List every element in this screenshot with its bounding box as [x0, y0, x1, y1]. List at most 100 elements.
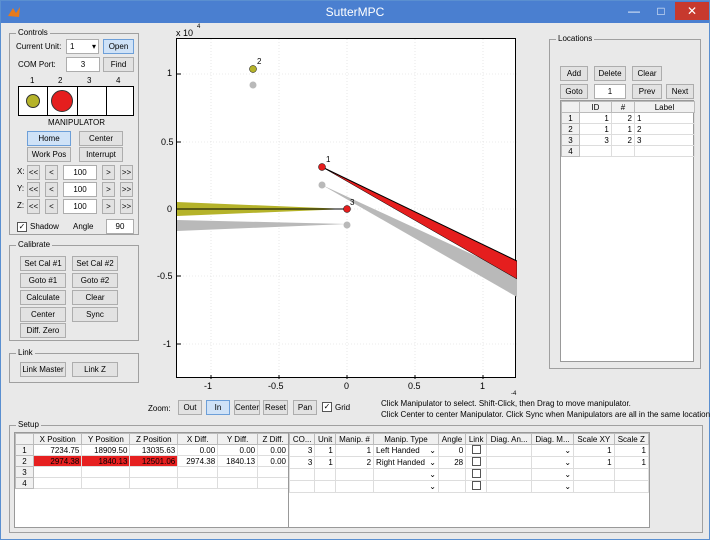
table-row[interactable]: 3 1 1 Left Handed ⌄ 0 ⌄ 1 1	[288, 444, 650, 457]
zoom-reset-button[interactable]: Reset	[263, 400, 288, 415]
manip-type-cell[interactable]: ⌄	[373, 468, 439, 481]
x-step-field[interactable]: 100	[63, 165, 97, 180]
clear-locations-button[interactable]: Clear	[632, 66, 662, 81]
z-step-field[interactable]: 100	[63, 199, 97, 214]
com-port-field[interactable]: 3	[66, 57, 100, 72]
marker-2-shadow	[249, 81, 257, 89]
position-table[interactable]: X Position Y Position Z Position X Diff.…	[14, 432, 290, 528]
table-row[interactable]: 4	[15, 477, 289, 489]
table-row[interactable]: 1 7234.75 18909.50 13035.63 0.00 0.00 0.…	[15, 444, 289, 456]
interrupt-button[interactable]: Interrupt	[79, 147, 123, 162]
table-row[interactable]: 2 1 1 2	[561, 123, 695, 135]
diag-mode-cell[interactable]: ⌄	[531, 456, 575, 469]
table-row[interactable]: 1 1 2 1	[561, 112, 695, 124]
prev-location-button[interactable]: Prev	[632, 84, 662, 99]
z-back-button[interactable]: <	[45, 199, 58, 214]
angle-field[interactable]: 90	[106, 219, 134, 234]
link-checkbox[interactable]	[471, 457, 481, 466]
zoom-in-button[interactable]: In	[206, 400, 230, 415]
locations-table[interactable]: ID # Label 1 1 2 1 2 1 1 2 3 3 2 3 4	[560, 100, 695, 362]
locations-header-id: ID	[579, 101, 612, 113]
manip-type-cell[interactable]: ⌄	[373, 480, 439, 493]
set-cal-1-button[interactable]: Set Cal #1	[20, 256, 66, 271]
manipulator-plot[interactable]: 2 1 3	[176, 38, 518, 379]
header-scale-z: Scale Z	[613, 433, 650, 445]
link-checkbox[interactable]	[471, 469, 481, 478]
x-axis-label: X:	[17, 167, 25, 176]
goto-location-field[interactable]: 1	[594, 84, 626, 99]
zoom-out-button[interactable]: Out	[178, 400, 202, 415]
manip-type-cell[interactable]: Right Handed ⌄	[373, 456, 439, 469]
y-fast-back-button[interactable]: <<	[27, 182, 40, 197]
sync-button[interactable]: Sync	[72, 307, 118, 322]
link-cell[interactable]	[465, 480, 488, 493]
shadow-checkbox[interactable]: ✓	[17, 222, 27, 232]
locations-corner	[561, 101, 580, 113]
zoom-center-button[interactable]: Center	[234, 400, 260, 415]
table-row[interactable]: 3 3 2 3	[561, 134, 695, 146]
co-cell: 3	[288, 456, 316, 469]
diag-mode-cell[interactable]: ⌄	[531, 444, 575, 457]
clear-cal-button[interactable]: Clear	[72, 290, 118, 305]
plot-canvas[interactable]: 2 1 3	[177, 39, 518, 379]
link-cell[interactable]	[465, 444, 488, 457]
chevron-down-icon: ⌄	[429, 458, 436, 467]
next-location-button[interactable]: Next	[666, 84, 694, 99]
set-cal-2-button[interactable]: Set Cal #2	[72, 256, 118, 271]
z-fast-fwd-button[interactable]: >>	[120, 199, 133, 214]
y-step-field[interactable]: 100	[63, 182, 97, 197]
find-button[interactable]: Find	[103, 57, 134, 72]
x-fast-fwd-button[interactable]: >>	[120, 165, 133, 180]
z-fwd-button[interactable]: >	[102, 199, 115, 214]
pan-button[interactable]: Pan	[293, 400, 317, 415]
calculate-button[interactable]: Calculate	[20, 290, 66, 305]
diag-mode-cell[interactable]: ⌄	[531, 468, 575, 481]
header-scale-xy: Scale XY	[573, 433, 615, 445]
delete-location-button[interactable]: Delete	[594, 66, 626, 81]
manip-type-cell[interactable]: Left Handed ⌄	[373, 444, 439, 457]
manipulator-1-circle[interactable]	[26, 94, 40, 108]
manipulator-table[interactable]: CO... Unit Manip. # Manip. Type Angle Li…	[288, 432, 650, 528]
minimize-button[interactable]: —	[621, 2, 647, 20]
goto-location-button[interactable]: Goto	[560, 84, 588, 99]
marker-3-label: 3	[350, 198, 355, 207]
diag-mode-cell[interactable]: ⌄	[531, 480, 575, 493]
y-fast-fwd-button[interactable]: >>	[120, 182, 133, 197]
y-fwd-button[interactable]: >	[102, 182, 115, 197]
add-location-button[interactable]: Add	[560, 66, 588, 81]
link-master-button[interactable]: Link Master	[20, 362, 66, 377]
table-row[interactable]: ⌄ ⌄	[288, 480, 650, 493]
close-button[interactable]: ✕	[675, 2, 709, 20]
table-row[interactable]: 4	[561, 145, 695, 157]
x-diff-cell: 0.00	[177, 444, 219, 456]
center-button[interactable]: Center	[79, 131, 123, 146]
table-row[interactable]: 3	[15, 466, 289, 478]
link-cell[interactable]	[465, 456, 488, 469]
x-fast-back-button[interactable]: <<	[27, 165, 40, 180]
table-row[interactable]: ⌄ ⌄	[288, 468, 650, 481]
table-row[interactable]: 3 1 2 Right Handed ⌄ 28 ⌄ 1 1	[288, 456, 650, 469]
link-z-button[interactable]: Link Z	[72, 362, 118, 377]
home-button[interactable]: Home	[27, 131, 71, 146]
center-cal-button[interactable]: Center	[20, 307, 66, 322]
manip-type-value: Right Handed	[376, 458, 425, 467]
manipulator-label: MANIPULATOR	[48, 118, 106, 127]
x-fwd-button[interactable]: >	[102, 165, 115, 180]
work-pos-button[interactable]: Work Pos	[27, 147, 71, 162]
goto-2-button[interactable]: Goto #2	[72, 273, 118, 288]
diff-zero-button[interactable]: Diff. Zero	[20, 323, 66, 338]
x-back-button[interactable]: <	[45, 165, 58, 180]
current-unit-select[interactable]: 1 ▾	[66, 39, 99, 54]
link-checkbox[interactable]	[471, 481, 481, 490]
link-checkbox[interactable]	[471, 445, 481, 454]
open-button[interactable]: Open	[103, 39, 134, 54]
z-fast-back-button[interactable]: <<	[27, 199, 40, 214]
link-cell[interactable]	[465, 468, 488, 481]
goto-1-button[interactable]: Goto #1	[20, 273, 66, 288]
maximize-button[interactable]: □	[648, 2, 674, 20]
table-row[interactable]: 2 2974.38 1840.13 12501.06 2974.38 1840.…	[15, 455, 289, 467]
manipulator-selector[interactable]	[18, 86, 134, 116]
manipulator-2-circle[interactable]	[51, 90, 73, 112]
grid-checkbox[interactable]: ✓	[322, 402, 332, 412]
y-back-button[interactable]: <	[45, 182, 58, 197]
